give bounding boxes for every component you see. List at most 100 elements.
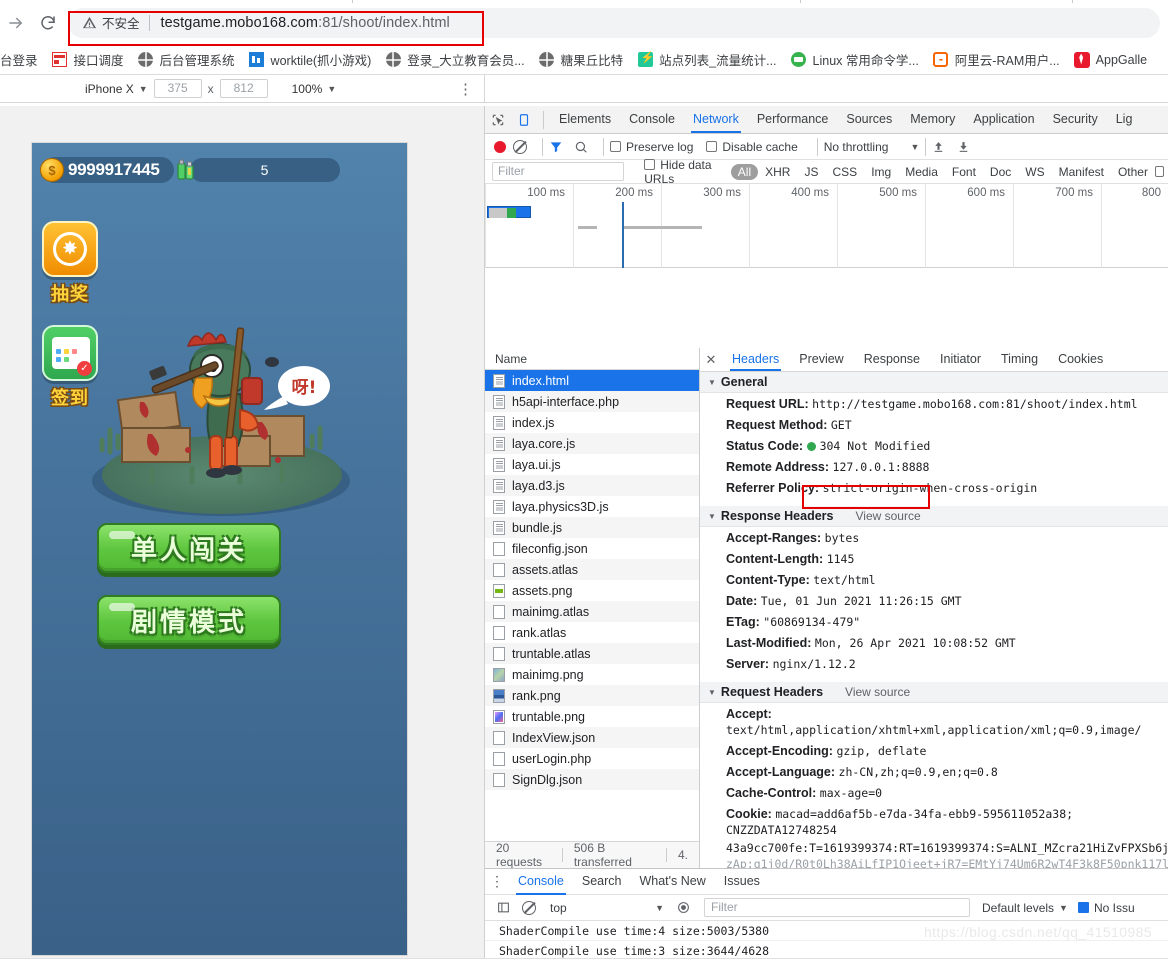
tab-lighthouse[interactable]: Lig	[1107, 106, 1142, 133]
live-expression-icon[interactable]	[670, 895, 696, 921]
drawer-more-options-icon[interactable]: ⋮	[485, 873, 509, 890]
device-selector[interactable]: iPhone X ▼	[85, 82, 148, 96]
general-section-header[interactable]: ▼ General	[700, 372, 1168, 393]
request-row-bundle-js[interactable]: bundle.js	[485, 517, 699, 538]
network-filter-input[interactable]: Filter	[492, 162, 625, 181]
disable-cache-checkbox[interactable]: Disable cache	[706, 140, 798, 154]
request-row-mainimg-png[interactable]: mainimg.png	[485, 664, 699, 685]
request-row-truntable-atlas[interactable]: truntable.atlas	[485, 643, 699, 664]
console-filter-input[interactable]: Filter	[704, 898, 970, 917]
single-player-button[interactable]: 单人闯关	[97, 523, 281, 573]
bookmark-item[interactable]: 接口调度	[45, 48, 131, 72]
upload-arrow-icon[interactable]	[932, 140, 945, 154]
request-headers-section[interactable]: ▼ Request Headers View source	[700, 682, 1168, 703]
bookmark-item[interactable]: 登录_大立教育会员...	[378, 48, 531, 72]
request-list[interactable]: index.html h5api-interface.php index.js …	[485, 370, 699, 840]
tab-performance[interactable]: Performance	[748, 106, 838, 133]
bookmark-item[interactable]: 阿里云-RAM用户...	[926, 48, 1067, 72]
detail-tab-initiator[interactable]: Initiator	[930, 348, 991, 371]
hide-data-urls-checkbox[interactable]: Hide data URLs	[644, 158, 723, 186]
bookmark-item[interactable]: worktile(抓小游戏)	[242, 48, 379, 72]
request-row-assets-png[interactable]: assets.png	[485, 580, 699, 601]
network-overview-timeline[interactable]: 100 ms 200 ms 300 ms 400 ms 500 ms 600 m…	[485, 184, 1168, 268]
detail-tab-timing[interactable]: Timing	[991, 348, 1048, 371]
tab-application[interactable]: Application	[964, 106, 1043, 133]
type-filter-ws[interactable]: WS	[1018, 164, 1051, 180]
type-filter-css[interactable]: CSS	[826, 164, 865, 180]
request-row-index-html[interactable]: index.html	[485, 370, 699, 391]
request-row-userlogin-php[interactable]: userLogin.php	[485, 748, 699, 769]
lottery-button[interactable]: 抽奖	[42, 221, 98, 306]
inspect-cursor-icon[interactable]	[485, 107, 511, 133]
response-headers-section[interactable]: ▼ Response Headers View source	[700, 506, 1168, 527]
type-filter-img[interactable]: Img	[864, 164, 898, 180]
request-row-h5api[interactable]: h5api-interface.php	[485, 391, 699, 412]
phone-screen[interactable]: $ 9999917445 5 ✸ 抽奖 ✓ 签到 呀! 单人闯关 剧情模式	[32, 143, 407, 955]
bookmark-item[interactable]: Linux 常用命令学...	[784, 48, 926, 72]
request-row-assets-atlas[interactable]: assets.atlas	[485, 559, 699, 580]
tab-console[interactable]: Console	[620, 106, 684, 133]
request-row-index-js[interactable]: index.js	[485, 412, 699, 433]
viewport-height-input[interactable]: 812	[219, 79, 268, 98]
reload-icon[interactable]	[34, 9, 62, 37]
drawer-tab-whats-new[interactable]: What's New	[630, 868, 714, 895]
bookmark-item[interactable]: 后台管理系统	[131, 48, 242, 72]
clear-circle-icon[interactable]	[513, 139, 527, 154]
column-header-name[interactable]: Name	[485, 348, 699, 370]
throttling-selector[interactable]: No throttling ▼	[824, 140, 920, 154]
type-filter-font[interactable]: Font	[945, 164, 983, 180]
type-filter-manifest[interactable]: Manifest	[1052, 164, 1111, 180]
tab-network[interactable]: Network	[684, 106, 748, 133]
request-row-rank-png[interactable]: rank.png	[485, 685, 699, 706]
bookmark-item[interactable]: AppGalle	[1067, 48, 1154, 72]
device-more-options-icon[interactable]: ⋮	[458, 80, 473, 98]
request-row-signdlg-json[interactable]: SignDlg.json	[485, 769, 699, 790]
request-row-mainimg-atlas[interactable]: mainimg.atlas	[485, 601, 699, 622]
view-source-link[interactable]: View source	[845, 685, 910, 699]
detail-tab-preview[interactable]: Preview	[789, 348, 853, 371]
drawer-tab-console[interactable]: Console	[509, 868, 573, 895]
clear-console-icon[interactable]	[516, 895, 542, 921]
zoom-selector[interactable]: 100% ▼	[292, 82, 337, 96]
detail-tab-headers[interactable]: Headers	[722, 348, 789, 371]
bookmark-item[interactable]: 糖果丘比特	[532, 48, 631, 72]
console-levels-selector[interactable]: Default levels ▼	[982, 901, 1068, 915]
request-row-laya-d3[interactable]: laya.d3.js	[485, 475, 699, 496]
record-dot-icon[interactable]	[494, 140, 506, 153]
bookmark-item[interactable]: 台登录	[0, 48, 45, 72]
tab-security[interactable]: Security	[1044, 106, 1107, 133]
story-mode-button[interactable]: 剧情模式	[97, 595, 281, 645]
issues-badge[interactable]: No Issu	[1077, 901, 1135, 915]
type-filter-xhr[interactable]: XHR	[758, 164, 797, 180]
detail-tab-cookies[interactable]: Cookies	[1048, 348, 1113, 371]
funnel-icon[interactable]	[549, 140, 563, 154]
request-row-laya-ui[interactable]: laya.ui.js	[485, 454, 699, 475]
request-row-rank-atlas[interactable]: rank.atlas	[485, 622, 699, 643]
console-context-selector[interactable]: top ▼	[550, 901, 670, 915]
download-arrow-icon[interactable]	[957, 140, 970, 154]
request-row-laya-core[interactable]: laya.core.js	[485, 433, 699, 454]
drawer-tab-search[interactable]: Search	[573, 868, 631, 895]
search-icon[interactable]	[574, 140, 588, 154]
omnibox[interactable]: 不安全 testgame.mobo168.com:81/shoot/index.…	[68, 7, 1160, 38]
request-row-truntable-png[interactable]: truntable.png	[485, 706, 699, 727]
drawer-tab-issues[interactable]: Issues	[715, 868, 769, 895]
has-blocked-cookies-checkbox[interactable]	[1154, 166, 1164, 177]
request-row-indexview-json[interactable]: IndexView.json	[485, 727, 699, 748]
viewport-width-input[interactable]: 375	[153, 79, 202, 98]
bookmark-item[interactable]: 站点列表_流量统计...	[630, 48, 783, 72]
request-row-laya-physics[interactable]: laya.physics3D.js	[485, 496, 699, 517]
type-filter-js[interactable]: JS	[797, 164, 825, 180]
view-source-link[interactable]: View source	[855, 509, 920, 523]
signin-button[interactable]: ✓ 签到	[42, 325, 98, 410]
close-x-icon[interactable]: ✕	[700, 352, 722, 368]
tab-memory[interactable]: Memory	[901, 106, 964, 133]
detail-tab-response[interactable]: Response	[854, 348, 930, 371]
type-filter-doc[interactable]: Doc	[983, 164, 1018, 180]
type-filter-media[interactable]: Media	[898, 164, 945, 180]
forward-arrow-icon[interactable]	[2, 9, 30, 37]
address-bar-container[interactable]: 不安全 testgame.mobo168.com:81/shoot/index.…	[68, 7, 1160, 38]
preserve-log-checkbox[interactable]: Preserve log	[610, 140, 693, 154]
tab-sources[interactable]: Sources	[837, 106, 901, 133]
type-filter-all[interactable]: All	[730, 163, 759, 180]
